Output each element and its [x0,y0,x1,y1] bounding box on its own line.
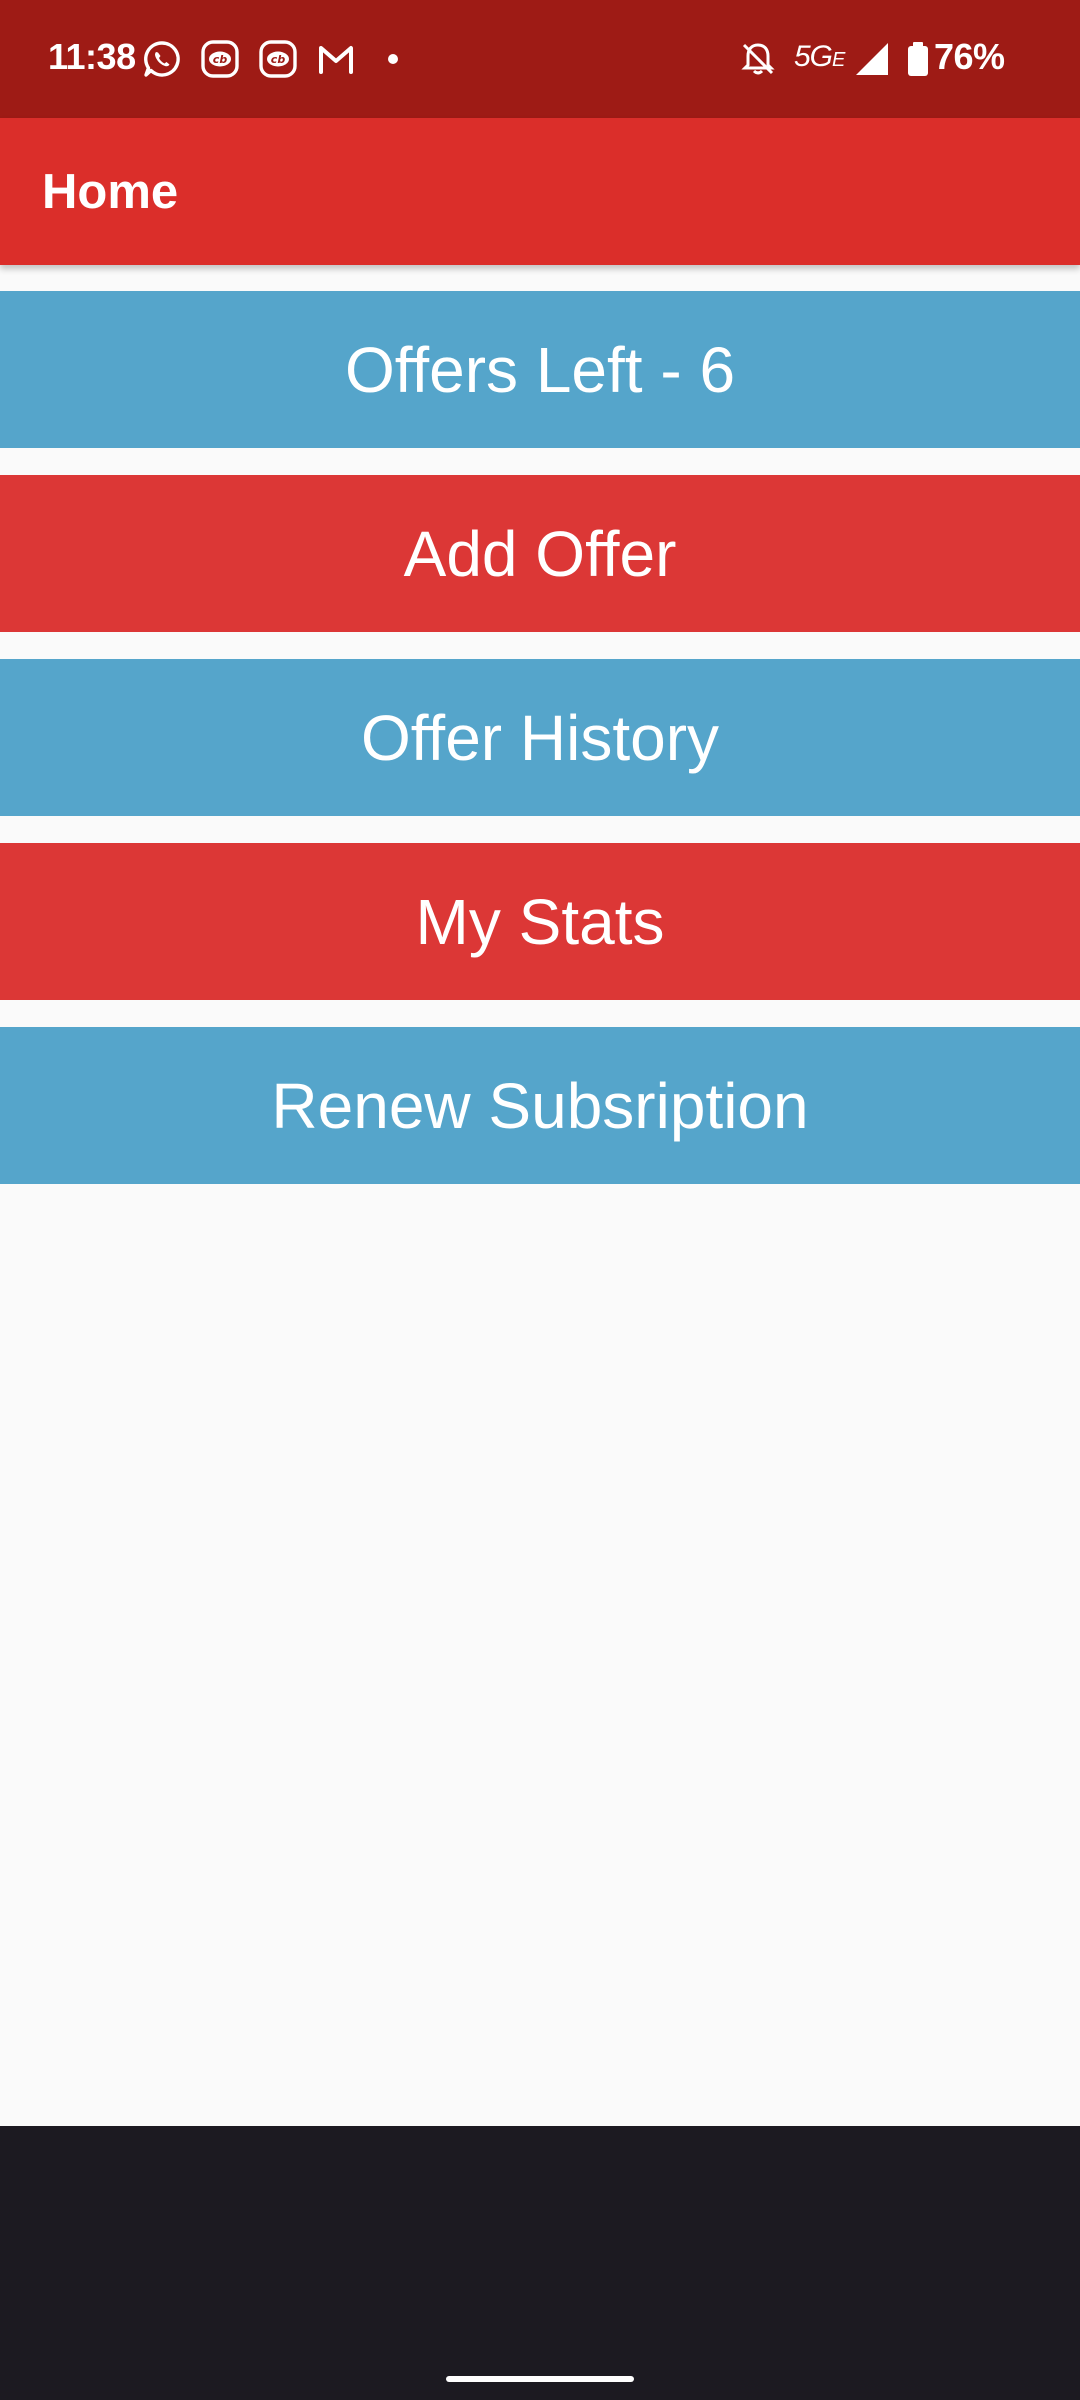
battery-percent: 76% [934,36,1005,77]
status-time: 11:38 [48,36,136,77]
add-offer-button[interactable]: Add Offer [0,475,1080,632]
cb-app-icon: cb [201,40,239,78]
gmail-icon [319,46,353,74]
offers-left-button[interactable]: Offers Left - 6 [0,291,1080,448]
cb-app-icon: cb [259,40,297,78]
my-stats-button[interactable]: My Stats [0,843,1080,1000]
home-menu: Offers Left - 6 Add Offer Offer History … [0,291,1080,1211]
battery-icon [908,42,928,76]
renew-subscription-button[interactable]: Renew Subsription [0,1027,1080,1184]
more-dot-icon [388,54,398,64]
navigation-bar-area [0,2126,1080,2400]
svg-text:cb: cb [271,53,286,66]
page-title: Home [42,165,179,219]
bell-off-icon [741,43,775,75]
network-type: 5GE [794,40,845,73]
offer-history-button[interactable]: Offer History [0,659,1080,816]
signal-icon [856,43,888,75]
app-bar: Home [0,118,1080,265]
gesture-handle[interactable] [446,2376,634,2382]
status-bar: 11:38 cb cb 5GE 76% [0,0,1080,118]
whatsapp-icon [144,41,180,77]
svg-text:cb: cb [213,53,228,66]
